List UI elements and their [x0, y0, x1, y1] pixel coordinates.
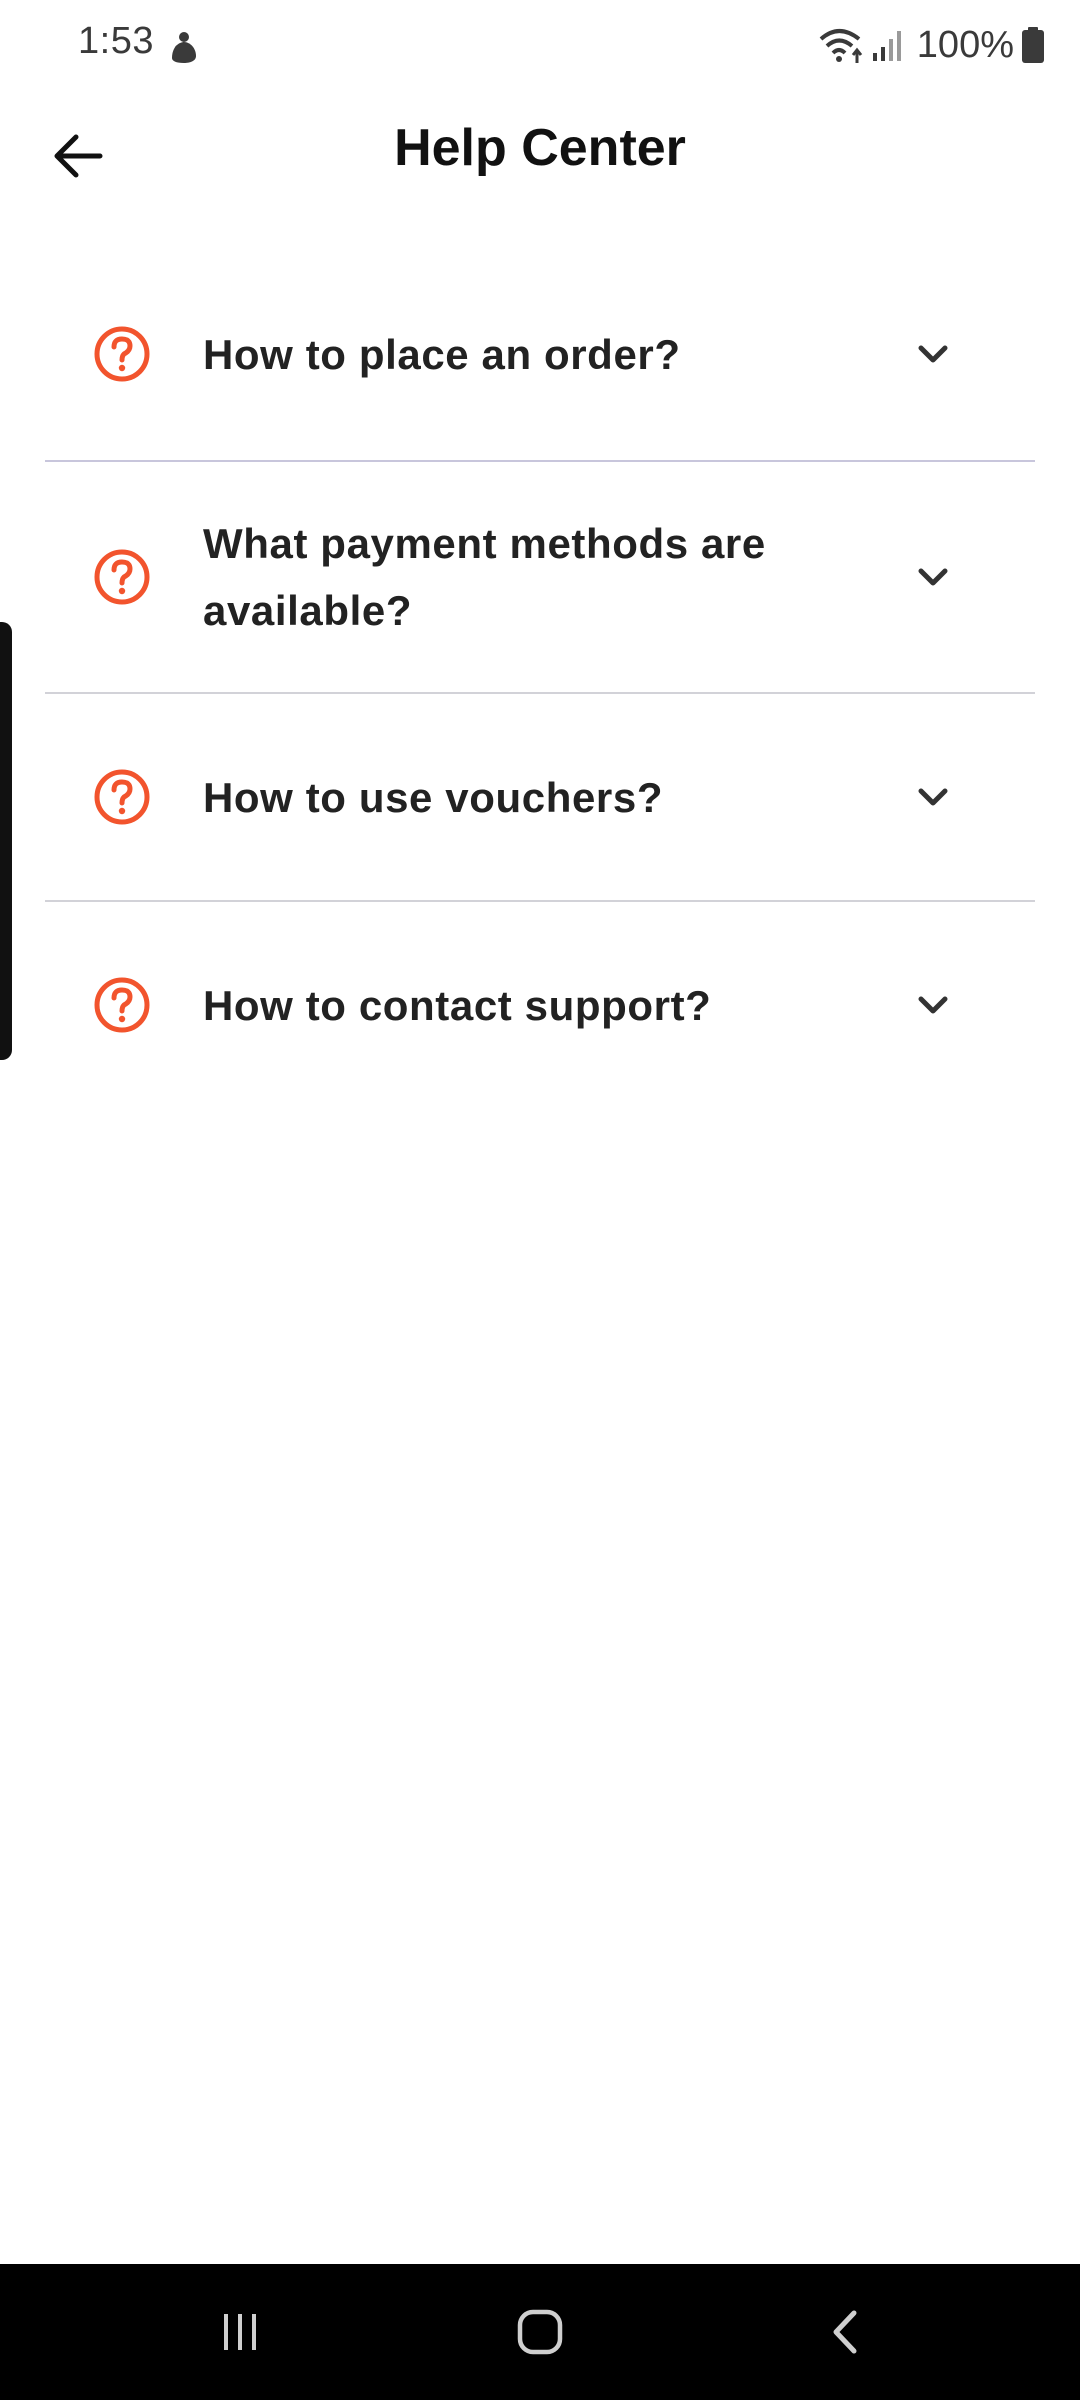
question-circle-icon: [94, 977, 150, 1033]
page-title: Help Center: [394, 119, 686, 177]
signal-icon: [872, 31, 901, 61]
screen: 1:53 100% Help Center How to place an or…: [0, 0, 1080, 2400]
faq-item-vouchers[interactable]: How to use vouchers?: [45, 694, 1035, 900]
home-button[interactable]: [500, 2300, 580, 2364]
faq-list: How to place an order? What payment meth…: [45, 248, 1035, 1108]
chevron-down-icon[interactable]: [913, 334, 953, 374]
battery-icon: [1022, 27, 1044, 63]
app-notification-icon: [172, 32, 196, 63]
recent-apps-button[interactable]: [200, 2300, 280, 2364]
back-icon: [833, 2310, 857, 2354]
chevron-down-icon[interactable]: [913, 777, 953, 817]
faq-item-contact-support[interactable]: How to contact support?: [45, 902, 1035, 1108]
edge-panel-handle[interactable]: [0, 622, 12, 1060]
question-circle-icon: [94, 549, 150, 605]
question-circle-icon: [94, 326, 150, 382]
faq-question: How to contact support?: [203, 981, 712, 1029]
status-right: 100%: [817, 20, 1044, 70]
faq-item-payment-methods[interactable]: What payment methods are available?: [45, 462, 1035, 692]
status-bar: 1:53 100%: [0, 0, 1080, 92]
battery-percentage: 100%: [916, 23, 1014, 66]
home-icon: [517, 2309, 563, 2355]
system-nav-bar: [0, 2264, 1080, 2400]
chevron-down-icon[interactable]: [913, 985, 953, 1025]
faq-question: How to place an order?: [203, 330, 681, 378]
recent-apps-icon: [224, 2314, 256, 2350]
status-time: 1:53: [78, 20, 154, 62]
chevron-down-icon[interactable]: [913, 557, 953, 597]
faq-question: What payment methods are available?: [203, 520, 766, 634]
system-back-button[interactable]: [806, 2300, 886, 2364]
faq-question: How to use vouchers?: [203, 773, 664, 821]
faq-item-place-order[interactable]: How to place an order?: [45, 248, 1035, 460]
app-header: Help Center: [0, 100, 1080, 210]
wifi-icon: [819, 29, 862, 63]
question-circle-icon: [94, 769, 150, 825]
